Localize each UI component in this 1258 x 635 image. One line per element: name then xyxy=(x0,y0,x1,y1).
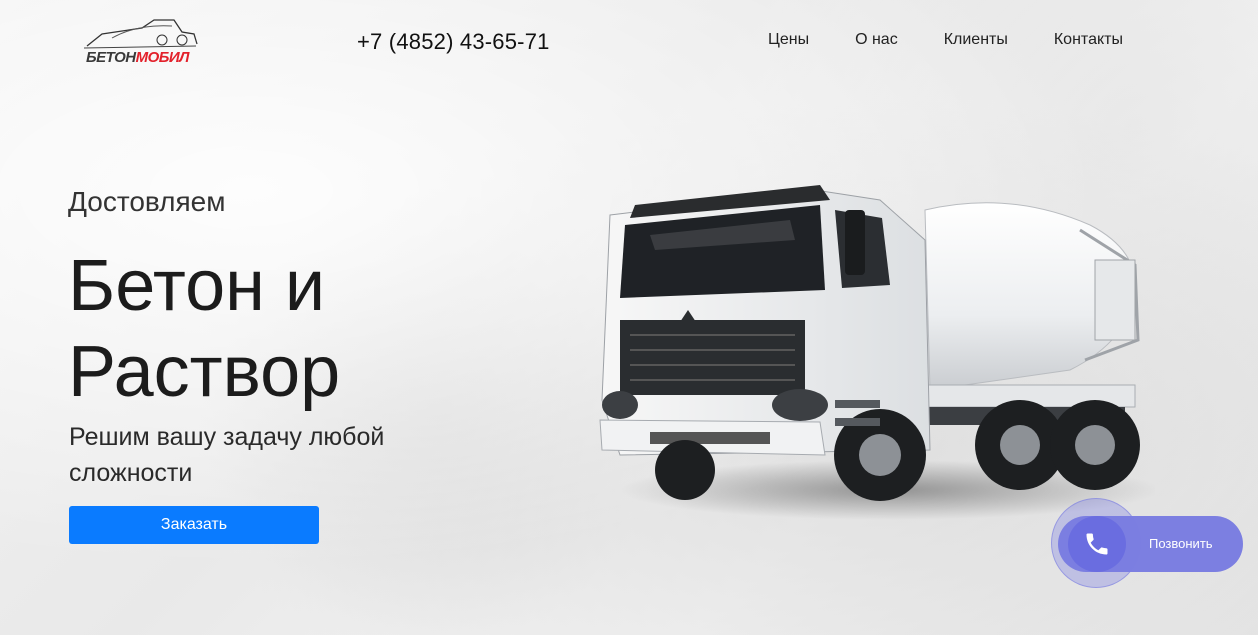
logo-text-part2: МОБИЛ xyxy=(135,49,190,66)
hero-kicker: Достовляем xyxy=(68,186,226,217)
phone-icon xyxy=(1086,533,1108,555)
nav-item-prices[interactable]: Цены xyxy=(768,31,809,49)
nav-item-contacts[interactable]: Контакты xyxy=(1054,31,1123,49)
hero-title-line1: Бетон и xyxy=(68,246,326,326)
call-button[interactable] xyxy=(1068,516,1126,572)
nav-item-about[interactable]: О нас xyxy=(855,31,898,49)
hero-title: Бетон и Раствор xyxy=(68,243,340,415)
header-phone[interactable]: +7 (4852) 43-65-71 xyxy=(357,29,550,55)
hero-subtitle: Решим вашу задачу любой сложности xyxy=(69,423,385,487)
logo[interactable]: БЕТОНМОБИЛ xyxy=(82,16,200,68)
call-label[interactable]: Позвонить xyxy=(1149,536,1213,551)
nav-item-clients[interactable]: Клиенты xyxy=(944,31,1008,49)
logo-text: БЕТОНМОБИЛ xyxy=(86,49,189,66)
concrete-mixer-truck-image xyxy=(599,185,1155,520)
order-button[interactable]: Заказать xyxy=(69,506,319,544)
logo-text-part1: БЕТОН xyxy=(86,49,136,66)
hero-title-line2: Раствор xyxy=(68,332,341,412)
site-header: БЕТОНМОБИЛ +7 (4852) 43-65-71 Цены О нас… xyxy=(0,0,1258,84)
main-nav: Цены О нас Клиенты Контакты xyxy=(768,31,1123,49)
